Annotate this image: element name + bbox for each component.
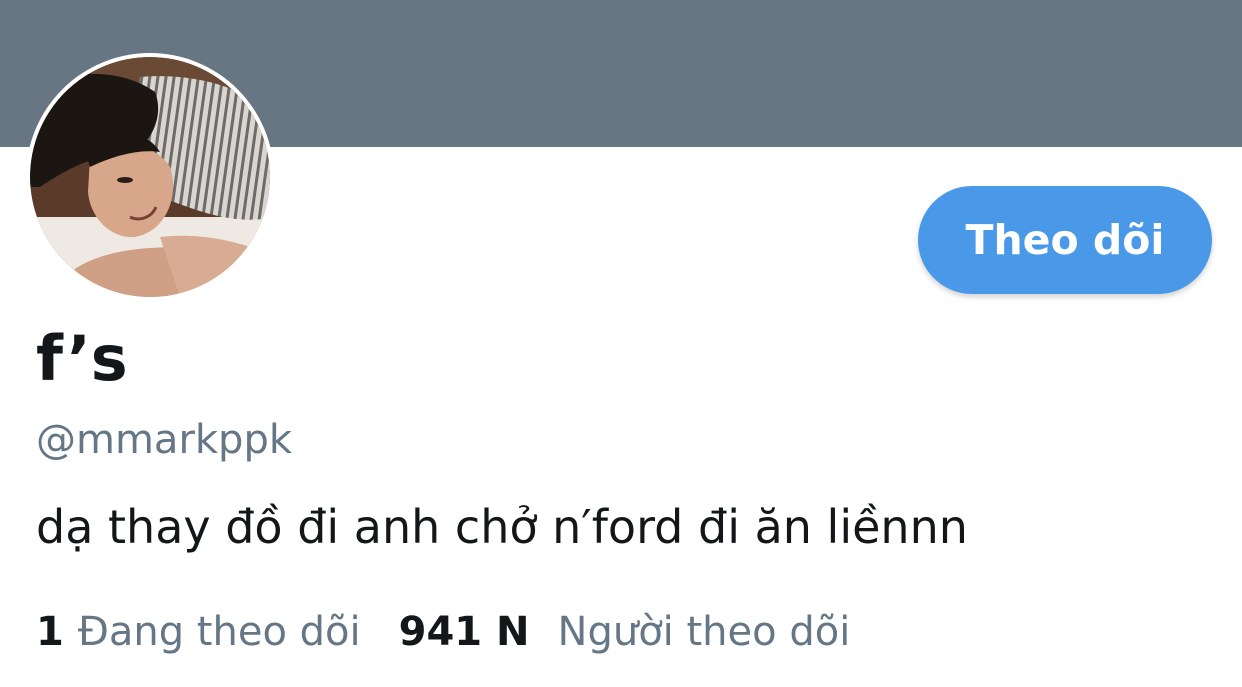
avatar-photo bbox=[30, 57, 270, 297]
following-stat[interactable]: 1 Đang theo dõi bbox=[36, 612, 361, 652]
followers-label: Người theo dõi bbox=[557, 609, 851, 655]
followers-stat[interactable]: 941 N Người theo dõi bbox=[399, 612, 851, 652]
profile-stats: 1 Đang theo dõi 941 N Người theo dõi bbox=[36, 612, 850, 652]
follow-button[interactable]: Theo dõi bbox=[918, 186, 1212, 294]
following-count: 1 bbox=[36, 609, 64, 655]
user-handle: @mmarkppk bbox=[36, 417, 292, 463]
following-label: Đang theo dõi bbox=[77, 609, 361, 655]
followers-count: 941 N bbox=[398, 609, 530, 655]
avatar[interactable] bbox=[26, 53, 274, 301]
profile-bio: dạ thay đồ đi anh chở n′ford đi ăn liềnn… bbox=[36, 500, 968, 554]
display-name: f’s bbox=[36, 322, 128, 395]
